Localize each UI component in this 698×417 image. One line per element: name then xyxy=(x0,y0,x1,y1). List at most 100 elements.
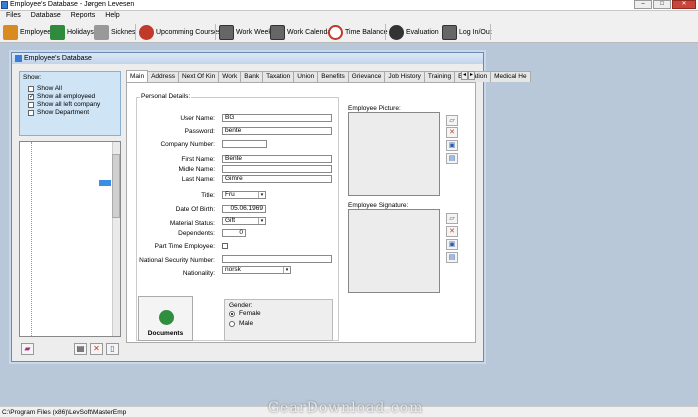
midle-name-input[interactable] xyxy=(222,165,332,173)
documents-button[interactable]: Documents xyxy=(138,296,193,341)
checkbox-checked[interactable]: ✓ xyxy=(28,93,34,100)
delete-x-icon: ✕ xyxy=(93,344,100,353)
checkbox[interactable] xyxy=(28,109,34,116)
toolbar-courses-button[interactable]: Upcomming Courses xyxy=(139,23,221,41)
close-button[interactable]: ✕ xyxy=(672,0,696,9)
app-icon xyxy=(1,1,8,9)
tree-guide-line xyxy=(31,142,32,336)
dob-label: Date Of Birth: xyxy=(175,206,215,213)
show-department-checkbox[interactable]: Show Department xyxy=(28,109,89,116)
checkbox[interactable] xyxy=(28,85,34,92)
personal-details-legend: Personal Details: xyxy=(140,93,192,100)
ssn-label: National Security Number: xyxy=(139,257,215,264)
picture-open-button[interactable]: ▱ xyxy=(446,115,458,126)
part-time-checkbox[interactable] xyxy=(222,243,228,249)
password-input[interactable]: bente xyxy=(222,127,332,135)
scanner-icon: ▣ xyxy=(448,241,456,248)
tab-address[interactable]: Address xyxy=(147,71,179,82)
show-legend: Show: xyxy=(23,74,42,81)
radio[interactable] xyxy=(229,320,235,327)
window-icon xyxy=(15,55,22,62)
user-name-input[interactable]: BG xyxy=(222,114,332,122)
tab-scroll-left-icon[interactable]: ◂ xyxy=(461,71,468,80)
toolbar-label: Evaluation xyxy=(406,28,439,36)
menu-help[interactable]: Help xyxy=(105,11,119,21)
picture-scan-button[interactable]: ▣ xyxy=(446,140,458,151)
tab-scroll-right-icon[interactable]: ▸ xyxy=(468,71,475,80)
gender-male-radio[interactable]: Male xyxy=(229,320,253,327)
tab-benefits[interactable]: Benefits xyxy=(317,71,349,82)
nationality-select[interactable]: norsk ▾ xyxy=(222,266,291,274)
chevron-down-icon[interactable]: ▾ xyxy=(258,218,265,224)
signature-open-button[interactable]: ▱ xyxy=(446,213,458,224)
signature-delete-button[interactable]: ✕ xyxy=(446,226,458,237)
toolbar-timebalance-button[interactable]: Time Balance xyxy=(328,23,388,41)
checkbox-label: Show All xyxy=(37,85,62,92)
chevron-down-icon[interactable]: ▾ xyxy=(258,192,265,198)
eye-icon xyxy=(389,24,404,40)
first-name-input[interactable]: Bente xyxy=(222,155,332,163)
show-employed-checkbox[interactable]: ✓ Show all employeed xyxy=(28,93,95,100)
toolbar: Employee Holidays Sicknes Upcomming Cour… xyxy=(0,21,698,43)
tab-job-history[interactable]: Job History xyxy=(384,71,425,82)
documents-globe-icon xyxy=(159,310,174,325)
new-record-button[interactable]: ▯ xyxy=(106,343,119,355)
last-name-input[interactable]: Gimre xyxy=(222,175,332,183)
toolbar-label: Work Week xyxy=(236,28,272,36)
palm-tree-icon xyxy=(50,24,65,40)
show-left-checkbox[interactable]: Show all left company xyxy=(28,101,100,108)
eraser-button[interactable]: ▰ xyxy=(21,343,34,355)
dependents-input[interactable]: 0 xyxy=(222,229,246,237)
picture-delete-button[interactable]: ✕ xyxy=(446,127,458,138)
people-icon xyxy=(3,24,18,40)
ssn-input[interactable] xyxy=(222,255,332,263)
documents-label: Documents xyxy=(147,330,184,337)
print-button[interactable]: ▤ xyxy=(74,343,87,355)
gender-female-radio[interactable]: Female xyxy=(229,310,261,317)
title-select[interactable]: Fru ▾ xyxy=(222,191,266,199)
show-all-checkbox[interactable]: Show All xyxy=(28,85,62,92)
login-book-icon xyxy=(442,24,457,40)
tab-union[interactable]: Union xyxy=(293,71,319,82)
minimize-button[interactable]: – xyxy=(634,0,652,9)
tab-bank[interactable]: Bank xyxy=(240,71,264,82)
menu-files[interactable]: Files xyxy=(6,11,21,21)
tab-medical[interactable]: Medical He xyxy=(490,71,531,82)
menu-reports[interactable]: Reports xyxy=(71,11,96,21)
menu-database[interactable]: Database xyxy=(31,11,61,21)
chevron-down-icon[interactable]: ▾ xyxy=(283,267,290,273)
dob-input[interactable]: 05.06.1969 xyxy=(222,205,266,213)
marital-status-label: Material Status: xyxy=(169,220,215,227)
tab-training[interactable]: Training xyxy=(423,71,456,82)
book-icon xyxy=(219,24,234,40)
toolbar-workcalendar-button[interactable]: Work Calendar xyxy=(270,23,334,41)
tab-grievance[interactable]: Grievance xyxy=(347,71,386,82)
checkbox[interactable] xyxy=(28,101,34,108)
toolbar-sicknes-button[interactable]: Sicknes xyxy=(94,23,136,41)
tab-main[interactable]: Main xyxy=(126,70,149,82)
toolbar-holidays-button[interactable]: Holidays xyxy=(50,23,94,41)
part-time-label: Part Time Employee: xyxy=(154,243,215,250)
toolbar-employee-button[interactable]: Employee xyxy=(3,23,51,41)
nationality-label: Nationality: xyxy=(182,270,215,277)
copy-icon: ▤ xyxy=(448,254,456,261)
company-number-input[interactable] xyxy=(222,140,267,148)
delete-x-icon: ✕ xyxy=(449,129,455,136)
title-value: Fru xyxy=(225,191,235,198)
clock-icon xyxy=(328,24,343,40)
marital-status-select[interactable]: Gift ▾ xyxy=(222,217,266,225)
toolbar-label: Employee xyxy=(20,28,52,36)
radio-selected[interactable] xyxy=(229,310,235,317)
tab-taxation[interactable]: Taxation xyxy=(262,71,295,82)
delete-button[interactable]: ✕ xyxy=(90,343,103,355)
checkbox-label: Show Department xyxy=(37,109,90,116)
signature-copy-button[interactable]: ▤ xyxy=(446,252,458,263)
signature-scan-button[interactable]: ▣ xyxy=(446,239,458,250)
tab-work[interactable]: Work xyxy=(218,71,242,82)
picture-copy-button[interactable]: ▤ xyxy=(446,153,458,164)
tab-next-of-kin[interactable]: Next Of Kin xyxy=(177,71,220,82)
toolbar-login-button[interactable]: Log In/Out xyxy=(442,23,492,41)
toolbar-workweek-button[interactable]: Work Week xyxy=(219,23,272,41)
maximize-button[interactable]: □ xyxy=(653,0,671,9)
toolbar-evaluation-button[interactable]: Evaluation xyxy=(389,23,439,41)
